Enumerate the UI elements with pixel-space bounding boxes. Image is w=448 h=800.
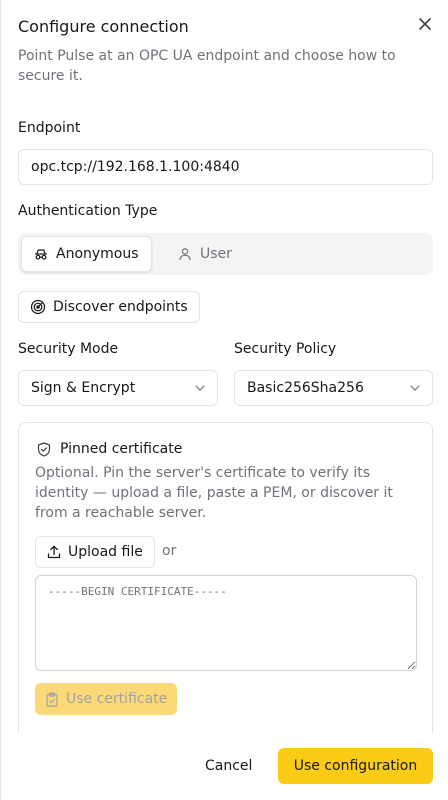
security-mode-label: Security Mode xyxy=(18,341,119,357)
chevron-down-icon xyxy=(410,385,420,391)
security-policy-label: Security Policy xyxy=(234,341,337,357)
auth-option-anonymous-label: Anonymous xyxy=(56,246,139,262)
pinned-certificate-card: Pinned certificate Optional. Pin the ser… xyxy=(18,422,433,732)
upload-file-button[interactable]: Upload file xyxy=(35,536,155,568)
chevron-down-icon xyxy=(195,385,205,391)
use-certificate-button[interactable]: Use certificate xyxy=(35,683,178,715)
endpoint-value: opc.tcp://192.168.1.100:4840 xyxy=(31,159,240,175)
discover-endpoints-button[interactable]: Discover endpoints xyxy=(18,291,200,323)
pinned-certificate-description: Optional. Pin the server's certificate t… xyxy=(35,465,393,521)
auth-option-user-label: User xyxy=(200,246,232,262)
close-icon xyxy=(419,18,431,30)
pinned-certificate-title: Pinned certificate xyxy=(60,441,183,457)
endpoint-input[interactable]: opc.tcp://192.168.1.100:4840 xyxy=(18,149,433,185)
upload-icon xyxy=(47,545,61,559)
endpoint-label: Endpoint xyxy=(18,120,81,136)
auth-type-label: Authentication Type xyxy=(18,203,158,219)
security-policy-select[interactable]: Basic256Sha256 xyxy=(234,370,433,406)
auth-type-toggle: Anonymous User xyxy=(18,233,433,275)
pinned-certificate-heading: Pinned certificate xyxy=(37,441,182,457)
upload-file-label: Upload file xyxy=(68,544,143,560)
security-mode-select[interactable]: Sign & Encrypt xyxy=(18,370,218,406)
auth-option-anonymous[interactable]: Anonymous xyxy=(21,236,152,272)
use-certificate-label: Use certificate xyxy=(66,691,168,707)
shield-check-icon xyxy=(37,441,51,457)
cancel-button[interactable]: Cancel xyxy=(193,748,264,784)
or-separator: or xyxy=(162,543,177,559)
cancel-label: Cancel xyxy=(205,758,253,774)
clipboard-check-icon xyxy=(45,691,59,707)
dialog-description: Point Pulse at an OPC UA endpoint and ch… xyxy=(18,48,396,84)
user-icon xyxy=(178,247,192,261)
use-configuration-button[interactable]: Use configuration xyxy=(278,748,433,784)
close-button[interactable] xyxy=(416,15,434,33)
security-policy-value: Basic256Sha256 xyxy=(247,380,364,396)
certificate-pem-textarea[interactable] xyxy=(35,575,417,671)
auth-option-user[interactable]: User xyxy=(166,236,244,272)
dialog-title: Configure connection xyxy=(18,17,189,36)
security-mode-value: Sign & Encrypt xyxy=(31,380,136,396)
incognito-icon xyxy=(34,247,48,261)
configure-connection-dialog: Configure connection Point Pulse at an O… xyxy=(0,0,448,800)
use-configuration-label: Use configuration xyxy=(293,758,418,774)
radar-icon xyxy=(30,299,46,315)
discover-endpoints-label: Discover endpoints xyxy=(53,299,188,315)
